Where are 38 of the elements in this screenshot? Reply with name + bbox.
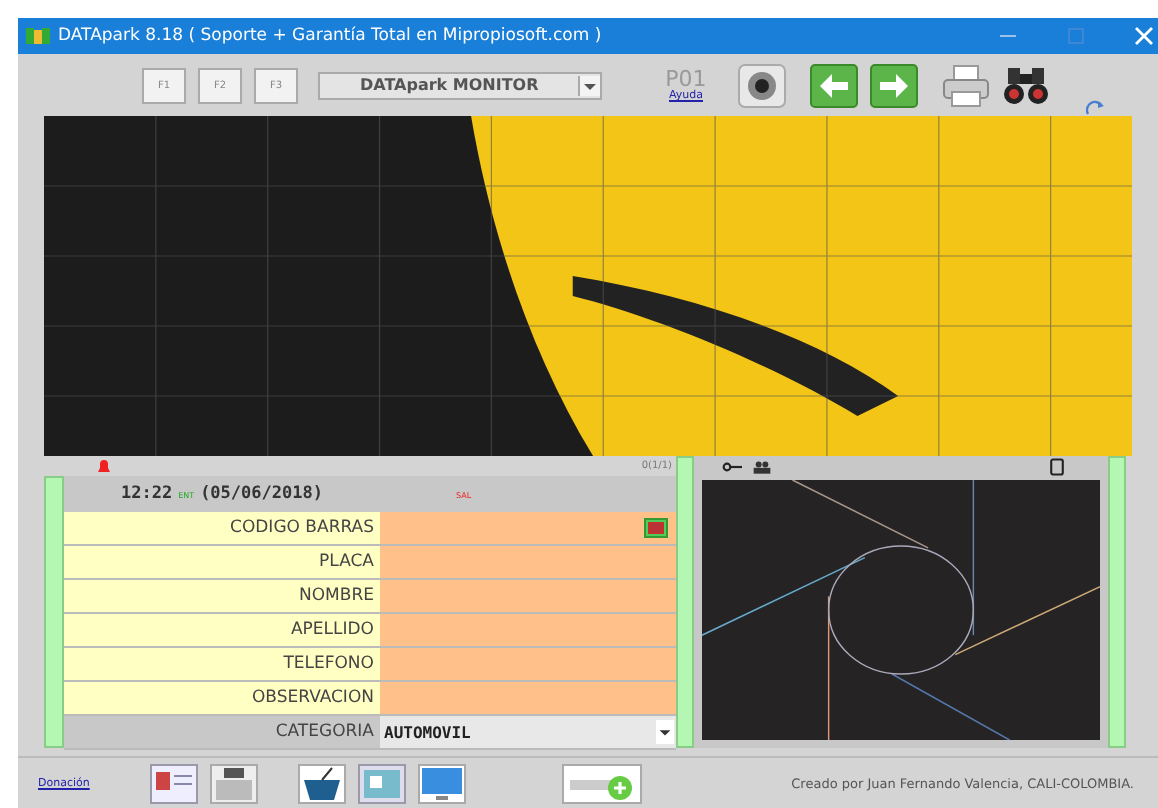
tablet-icon[interactable] <box>1050 457 1064 475</box>
add-button-icon[interactable] <box>561 763 642 803</box>
field-label: APELLIDO <box>64 614 380 646</box>
close-icon[interactable] <box>1134 26 1154 46</box>
input-field[interactable] <box>380 648 676 680</box>
caret-icon <box>656 720 674 744</box>
cash-register-icon[interactable] <box>209 763 258 803</box>
monitor-icon[interactable] <box>417 763 466 803</box>
basket-icon[interactable] <box>297 763 346 803</box>
input-field[interactable] <box>380 546 676 578</box>
category-dropdown[interactable]: AUTOMOVIL <box>380 716 676 748</box>
field-label: CATEGORIA <box>273 720 376 746</box>
input-field[interactable] <box>380 614 676 646</box>
input-field[interactable] <box>380 512 676 544</box>
entry-date: (05/06/2018) <box>200 484 323 504</box>
binoculars-icon[interactable] <box>1002 63 1050 107</box>
entry-time: 12:22 <box>121 484 173 504</box>
caret-icon <box>578 75 600 95</box>
input-field[interactable] <box>380 580 676 612</box>
monitor-dropdown[interactable]: DATApark MONITOR <box>318 71 602 99</box>
id-card-icon[interactable] <box>149 763 198 803</box>
app-icon <box>26 26 50 46</box>
field-label: OBSERVACION <box>64 682 380 714</box>
field-label: NOMBRE <box>64 580 380 612</box>
field-label: CODIGO BARRAS <box>64 512 380 544</box>
printer-icon[interactable] <box>942 63 990 107</box>
input-field[interactable] <box>380 682 676 714</box>
field-label: PLACA <box>64 546 380 578</box>
key-icon[interactable] <box>722 459 742 473</box>
station-label: P01 <box>665 68 707 90</box>
camera-lens-icon[interactable] <box>738 63 786 107</box>
people-icon[interactable] <box>752 459 772 473</box>
window-title: DATApark 8.18 ( Soporte + Garantía Total en Mipropiosoft.com ) <box>58 26 602 46</box>
photo-card-icon[interactable] <box>357 763 406 803</box>
field-label: TELEFONO <box>64 648 380 680</box>
barcode-reader-icon[interactable] <box>644 518 668 538</box>
refresh-icon[interactable] <box>1086 100 1106 116</box>
alarm-icon <box>96 458 112 474</box>
